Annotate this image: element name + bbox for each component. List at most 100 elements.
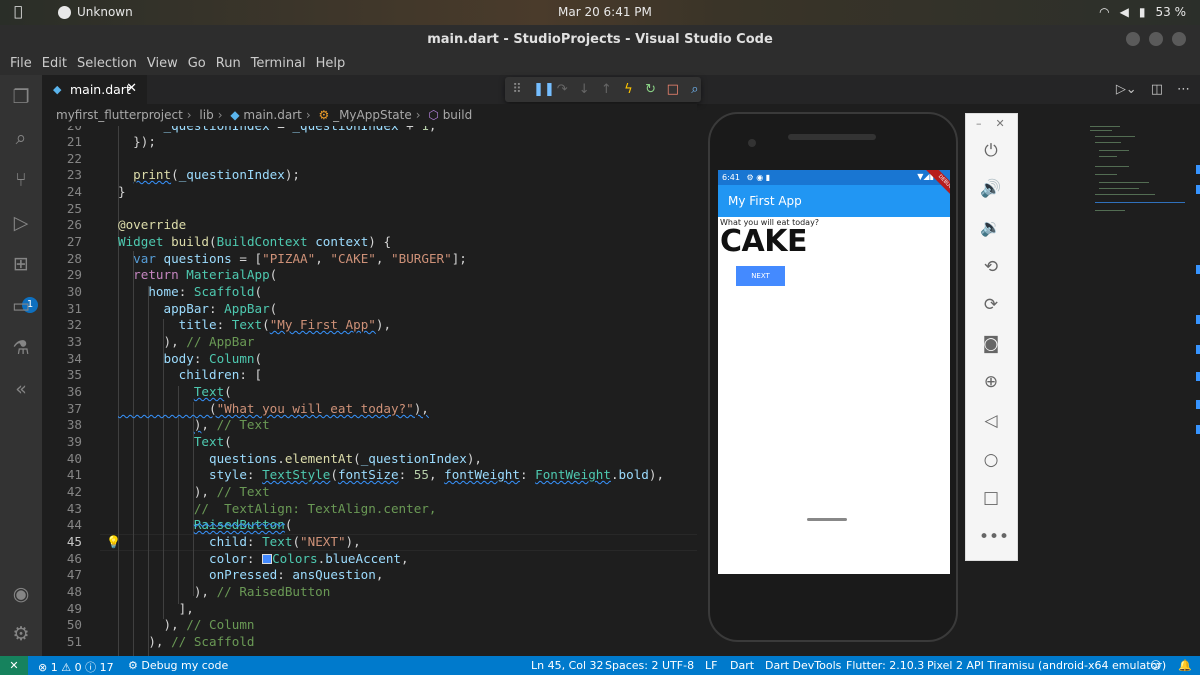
app-bar-title: My First App [728, 194, 802, 208]
editor-actions: ▷⌄ ◫ ⋯ [1116, 82, 1190, 97]
tab-main-dart[interactable]: ◆ main.dart ✕ [42, 75, 147, 104]
extensions-icon[interactable]: ⊞ [8, 251, 34, 277]
zoom-icon[interactable]: ⊕ [979, 370, 1003, 394]
pause-icon[interactable]: ❚❚ [533, 82, 555, 97]
source-control-icon[interactable]: ⑂ [8, 167, 34, 193]
line-number: 39 [66, 434, 82, 449]
apple-icon[interactable]:  [14, 4, 22, 20]
search-icon[interactable]: ⌕ [8, 125, 34, 151]
menu-file[interactable]: File [5, 53, 37, 75]
testing-icon[interactable]: ⚗ [8, 335, 34, 361]
menu-edit[interactable]: Edit [37, 53, 72, 75]
menu-selection[interactable]: Selection [72, 53, 142, 75]
minimap[interactable] [1085, 126, 1185, 226]
notifications-bell-icon[interactable]: 🔔 [1178, 659, 1192, 672]
breadcrumb-method[interactable]: build [443, 108, 473, 122]
remote-explorer-icon[interactable]: ▭ [8, 293, 34, 319]
close-tab-icon[interactable]: ✕ [126, 81, 137, 96]
step-over-icon[interactable]: ↷ [556, 82, 568, 97]
run-debug-icon[interactable]: ▷ [8, 210, 34, 236]
line-number: 28 [66, 251, 82, 266]
breadcrumb-file[interactable]: main.dart [243, 108, 301, 122]
more-options-icon[interactable]: ••• [979, 525, 1009, 549]
problems-indicator[interactable]: ⊗ 1 ⚠ 0 ⓘ 17 [38, 659, 114, 675]
line-number: 44 [66, 517, 82, 532]
rotate-right-icon[interactable]: ⟳ [979, 293, 1003, 317]
remote-icon[interactable]: ✕ [0, 656, 28, 675]
devtools-search-icon[interactable]: ⌕ [689, 82, 701, 97]
overview-icon[interactable]: □ [979, 486, 1003, 510]
line-number: 21 [66, 134, 82, 149]
phone-screen[interactable]: 6:41 ⚙ ◉ ▮ ▼◢▮ My First App DEBUG What y… [718, 170, 950, 574]
line-number: 50 [66, 617, 82, 632]
android-emulator: 6:41 ⚙ ◉ ▮ ▼◢▮ My First App DEBUG What y… [708, 112, 958, 642]
drag-handle-icon[interactable]: ⠿ [511, 82, 523, 97]
line-number: 49 [66, 601, 82, 616]
account-icon[interactable]: ◉ [8, 581, 34, 607]
menu-view[interactable]: View [142, 53, 183, 75]
home-icon[interactable]: ○ [979, 448, 1003, 472]
emulator-close-icon[interactable]: ✕ [996, 117, 1005, 130]
line-number: 33 [66, 334, 82, 349]
step-out-icon[interactable]: ↑ [600, 82, 612, 97]
device-selector[interactable]: Pixel 2 API Tiramisu (android-x64 emulat… [927, 659, 1166, 672]
status-bar: ✕ ⊗ 1 ⚠ 0 ⓘ 17 ⚙ Debug my code Ln 45, Co… [0, 656, 1200, 675]
line-number: 43 [66, 501, 82, 516]
menu-run[interactable]: Run [211, 53, 246, 75]
more-actions-icon[interactable]: ⋯ [1177, 82, 1190, 97]
minimize-button[interactable] [1126, 32, 1140, 46]
line-number: 26 [66, 217, 82, 232]
step-into-icon[interactable]: ↓ [578, 82, 590, 97]
breadcrumb-folder[interactable]: lib [199, 108, 213, 122]
rotate-left-icon[interactable]: ⟲ [979, 255, 1003, 279]
power-icon[interactable]: ⏻ [979, 139, 1003, 163]
breadcrumb-class[interactable]: _MyAppState [333, 108, 412, 122]
end-of-line[interactable]: LF [705, 659, 717, 672]
explorer-icon[interactable]: ❐ [8, 84, 34, 110]
menu-go[interactable]: Go [183, 53, 211, 75]
window-title: main.dart - StudioProjects - Visual Stud… [427, 32, 773, 47]
breadcrumb-project[interactable]: myfirst_flutterproject [56, 108, 183, 122]
restart-icon[interactable]: ↻ [644, 82, 656, 97]
menu-help[interactable]: Help [311, 53, 351, 75]
debug-toolbar: ⠿ ❚❚ ↷ ↓ ↑ ϟ ↻ □ ⌕ [505, 77, 701, 102]
active-app-menu[interactable]: Unknown [58, 5, 133, 19]
language-mode[interactable]: Dart [730, 659, 754, 672]
phone-speaker [788, 134, 876, 140]
emulator-minimize-icon[interactable]: – [976, 117, 982, 130]
debug-session[interactable]: ⚙ Debug my code [128, 659, 228, 672]
hot-reload-icon[interactable]: ϟ [622, 82, 634, 97]
system-tray[interactable]: ◠ ◀ ▮ 53 % [1099, 5, 1186, 19]
run-icon[interactable]: ▷⌄ [1116, 82, 1137, 97]
screenshot-camera-icon[interactable]: ◙ [979, 332, 1003, 356]
back-icon[interactable]: ◁ [979, 409, 1003, 433]
stop-icon[interactable]: □ [667, 82, 679, 97]
android-time: 6:41 [722, 173, 740, 182]
next-button[interactable]: NEXT [736, 266, 785, 286]
cursor-position[interactable]: Ln 45, Col 32 [531, 659, 604, 672]
maximize-button[interactable] [1149, 32, 1163, 46]
code-editor[interactable]: 💡 20 _questionIndex = _questionIndex + 1… [42, 126, 697, 656]
flutter-version[interactable]: Flutter: 2.10.3 [846, 659, 924, 672]
method-icon: ⬡ [428, 108, 439, 122]
indentation[interactable]: Spaces: 2 [605, 659, 658, 672]
volume-up-icon[interactable]: 🔊 [979, 177, 1003, 201]
line-number: 40 [66, 451, 82, 466]
close-button[interactable] [1172, 32, 1186, 46]
feedback-icon[interactable]: ☺ [1150, 659, 1161, 672]
clock[interactable]: Mar 20 6:41 PM [558, 5, 652, 19]
encoding[interactable]: UTF-8 [662, 659, 694, 672]
emulator-toolbar: – ✕ ⏻ 🔊 🔉 ⟲ ⟳ ◙ ⊕ ◁ ○ □ ••• [965, 113, 1018, 561]
volume-icon: ◀ [1119, 5, 1129, 19]
line-number: 46 [66, 551, 82, 566]
line-number: 38 [66, 417, 82, 432]
flutter-icon[interactable]: « [8, 376, 34, 402]
dart-devtools[interactable]: Dart DevTools [765, 659, 841, 672]
camera-icon [748, 139, 756, 147]
active-app-name: Unknown [77, 5, 133, 19]
home-gesture-bar[interactable] [807, 518, 847, 521]
settings-gear-icon[interactable]: ⚙ [8, 621, 34, 647]
menu-terminal[interactable]: Terminal [246, 53, 311, 75]
split-editor-icon[interactable]: ◫ [1151, 82, 1163, 97]
volume-down-icon[interactable]: 🔉 [979, 216, 1003, 240]
